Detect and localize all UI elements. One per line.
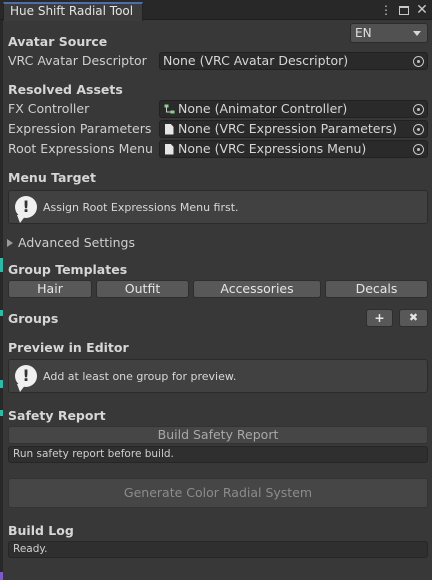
- preview-helpbox: ! Add at least one group for preview.: [8, 359, 428, 393]
- root-expressions-menu-label: Root Expressions Menu: [8, 141, 153, 156]
- document-icon: [163, 143, 175, 155]
- neighbour-panel-stripe: [0, 380, 3, 388]
- menu-target-help-text: Assign Root Expressions Menu first.: [43, 200, 239, 214]
- plus-icon: +: [374, 310, 385, 325]
- object-picker-icon[interactable]: [413, 104, 424, 115]
- menu-target-heading: Menu Target: [8, 170, 96, 185]
- avatar-descriptor-value: None (VRC Avatar Descriptor): [163, 53, 349, 68]
- remove-icon: ✖: [408, 311, 419, 324]
- document-icon: [163, 123, 175, 135]
- avatar-source-heading: Avatar Source: [8, 34, 108, 49]
- info-bubble-icon: !: [15, 365, 37, 392]
- chevron-right-icon: [7, 238, 13, 247]
- neighbour-panel-stripe: [0, 258, 3, 272]
- chevron-down-icon: [413, 31, 421, 36]
- preview-heading: Preview in Editor: [8, 340, 129, 355]
- window-controls: ⋮ ✕: [380, 2, 428, 18]
- safety-report-heading: Safety Report: [8, 408, 106, 423]
- animator-controller-icon: [163, 103, 175, 115]
- groups-heading: Groups: [8, 311, 59, 326]
- close-icon[interactable]: ✕: [416, 3, 428, 17]
- object-picker-icon[interactable]: [413, 124, 424, 135]
- language-dropdown[interactable]: EN: [350, 23, 428, 43]
- build-log-status: Ready.: [8, 541, 428, 558]
- template-hair-button[interactable]: Hair: [8, 280, 92, 298]
- neighbour-panel-stripe: [0, 310, 3, 316]
- safety-report-status: Run safety report before build.: [8, 446, 428, 463]
- generate-color-radial-button[interactable]: Generate Color Radial System: [8, 478, 428, 508]
- expression-parameters-label: Expression Parameters: [8, 121, 152, 136]
- language-selected: EN: [355, 26, 372, 40]
- template-outfit-button[interactable]: Outfit: [96, 280, 189, 298]
- template-decals-button[interactable]: Decals: [325, 280, 428, 298]
- maximize-icon[interactable]: [398, 3, 410, 17]
- object-picker-icon[interactable]: [413, 56, 424, 67]
- add-group-button[interactable]: +: [366, 309, 393, 327]
- advanced-settings-label: Advanced Settings: [18, 235, 135, 250]
- kebab-menu-icon[interactable]: ⋮: [380, 3, 392, 17]
- root-expressions-menu-value: None (VRC Expressions Menu): [178, 141, 367, 156]
- avatar-descriptor-label: VRC Avatar Descriptor: [8, 53, 147, 68]
- object-picker-icon[interactable]: [413, 144, 424, 155]
- expression-parameters-field[interactable]: None (VRC Expression Parameters): [159, 120, 428, 138]
- root-expressions-menu-field[interactable]: None (VRC Expressions Menu): [159, 140, 428, 158]
- expression-parameters-value: None (VRC Expression Parameters): [178, 121, 398, 136]
- avatar-descriptor-field[interactable]: None (VRC Avatar Descriptor): [159, 52, 428, 70]
- neighbour-panel-stripe: [0, 572, 3, 580]
- fx-controller-value: None (Animator Controller): [178, 101, 348, 116]
- group-templates-heading: Group Templates: [8, 262, 128, 277]
- template-accessories-button[interactable]: Accessories: [193, 280, 321, 298]
- menu-target-helpbox: ! Assign Root Expressions Menu first.: [8, 190, 428, 224]
- remove-group-button[interactable]: ✖: [399, 309, 428, 327]
- left-panel-edge: [0, 20, 3, 580]
- build-safety-report-button[interactable]: Build Safety Report: [8, 426, 428, 444]
- resolved-assets-heading: Resolved Assets: [8, 82, 123, 97]
- info-bubble-icon: !: [15, 196, 37, 223]
- preview-help-text: Add at least one group for preview.: [43, 369, 237, 383]
- tab-hue-shift-radial-tool[interactable]: Hue Shift Radial Tool: [3, 2, 143, 21]
- window-tab-bar: Hue Shift Radial Tool ⋮ ✕: [0, 0, 432, 21]
- advanced-settings-foldout[interactable]: Advanced Settings: [7, 235, 135, 250]
- build-log-heading: Build Log: [8, 523, 74, 538]
- fx-controller-label: FX Controller: [8, 101, 90, 116]
- neighbour-panel-stripe: [0, 410, 3, 416]
- fx-controller-field[interactable]: None (Animator Controller): [159, 100, 428, 118]
